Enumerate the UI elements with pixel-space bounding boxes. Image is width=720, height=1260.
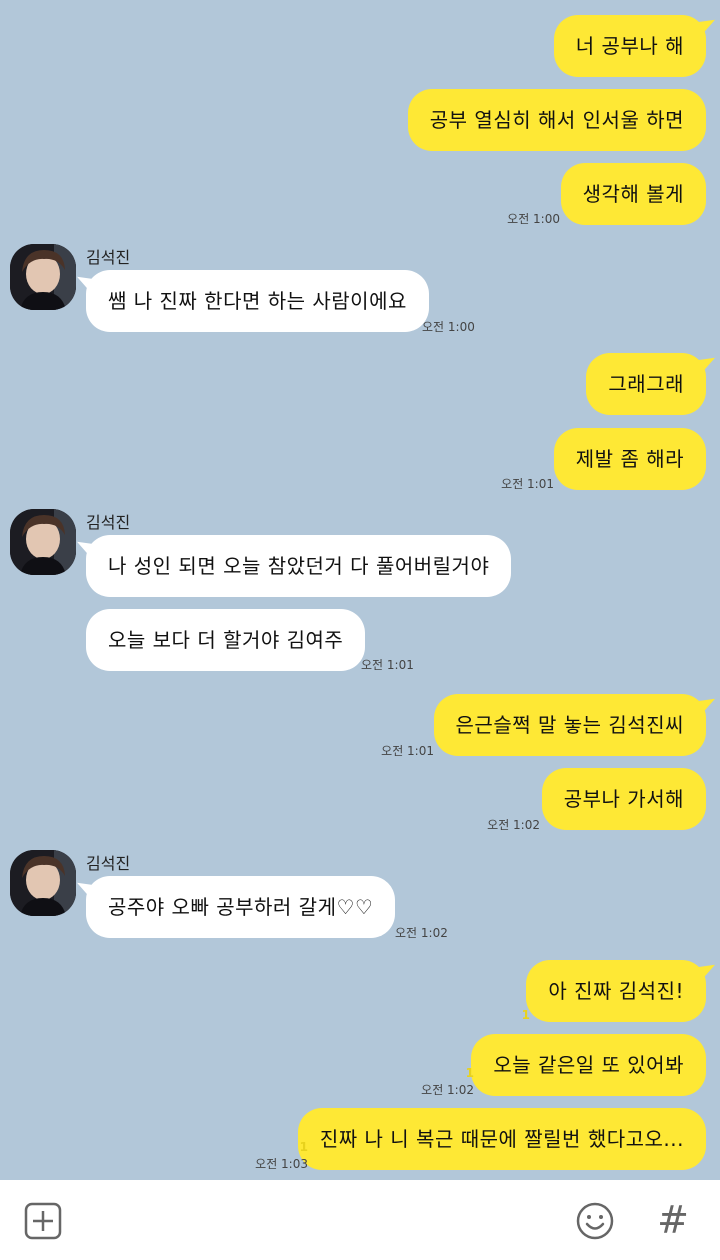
chat-area[interactable]: 너 공부나 해 공부 열심히 해서 인서울 하면 생각해 볼게 오전 1:00 …	[0, 0, 720, 1180]
message-text: 오늘 같은일 또 있어봐	[493, 1053, 684, 1077]
avatar[interactable]	[10, 850, 76, 916]
message-text: 공부나 가서해	[563, 787, 684, 811]
message-text: 나 성인 되면 오늘 참았던거 다 풀어버릴거야	[108, 554, 490, 578]
my-message-bubble[interactable]: 진짜 나 니 복근 때문에 짤릴번 했다고오...	[297, 1108, 706, 1170]
my-message-bubble[interactable]: 너 공부나 해	[553, 15, 706, 77]
message-time: 오전 1:02	[487, 818, 540, 832]
avatar[interactable]	[10, 509, 76, 575]
message-time: 오전 1:02	[421, 1083, 474, 1097]
hashtag-icon[interactable]: #	[656, 1198, 690, 1242]
sender-name: 김석진	[86, 854, 131, 873]
my-message-bubble[interactable]: 공부 열심히 해서 인서울 하면	[407, 89, 706, 151]
other-message-bubble[interactable]: 공주야 오빠 공부하러 갈게♡♡	[86, 876, 396, 938]
message-time: 오전 1:03	[255, 1157, 308, 1171]
message-text: 생각해 볼게	[582, 182, 684, 206]
message-text: 공주야 오빠 공부하러 갈게♡♡	[108, 895, 374, 919]
message-time: 오전 1:01	[381, 744, 434, 758]
message-time: 오전 1:01	[501, 477, 554, 491]
avatar-photo	[10, 850, 76, 916]
other-message-bubble[interactable]: 오늘 보다 더 할거야 김여주	[86, 609, 366, 671]
my-message-bubble[interactable]: 은근슬쩍 말 놓는 김석진씨	[433, 694, 706, 756]
message-text: 오늘 보다 더 할거야 김여주	[108, 628, 344, 652]
message-time: 오전 1:01	[361, 658, 414, 672]
avatar-photo	[10, 244, 76, 310]
unread-count: 1	[521, 1008, 530, 1022]
message-time: 오전 1:02	[395, 926, 448, 940]
input-bar[interactable]: #	[0, 1180, 720, 1260]
emoji-icon[interactable]	[576, 1202, 614, 1240]
my-message-bubble[interactable]: 제발 좀 해라	[553, 428, 706, 490]
other-message-bubble[interactable]: 나 성인 되면 오늘 참았던거 다 풀어버릴거야	[86, 535, 512, 597]
message-text: 쌤 나 진짜 한다면 하는 사람이에요	[108, 289, 407, 313]
my-message-bubble[interactable]: 생각해 볼게	[560, 163, 706, 225]
message-text: 너 공부나 해	[575, 34, 684, 58]
unread-count: 1	[465, 1066, 474, 1080]
message-text: 아 진짜 김석진!	[548, 979, 684, 1003]
message-text: 은근슬쩍 말 놓는 김석진씨	[455, 713, 684, 737]
my-message-bubble[interactable]: 오늘 같은일 또 있어봐	[471, 1034, 706, 1096]
avatar[interactable]	[10, 244, 76, 310]
message-time: 오전 1:00	[507, 212, 560, 226]
sender-name: 김석진	[86, 513, 131, 532]
my-message-bubble[interactable]: 그래그래	[586, 353, 706, 415]
message-time: 오전 1:00	[422, 320, 475, 334]
sender-name: 김석진	[86, 248, 131, 267]
unread-count: 1	[299, 1140, 308, 1154]
my-message-bubble[interactable]: 공부나 가서해	[541, 768, 706, 830]
message-text: 그래그래	[608, 372, 684, 396]
my-message-bubble[interactable]: 아 진짜 김석진!	[526, 960, 706, 1022]
avatar-photo	[10, 509, 76, 575]
other-message-bubble[interactable]: 쌤 나 진짜 한다면 하는 사람이에요	[86, 270, 429, 332]
plus-box-icon[interactable]	[24, 1202, 62, 1240]
message-text: 진짜 나 니 복근 때문에 짤릴번 했다고오...	[319, 1127, 684, 1151]
hashtag-label: #	[657, 1198, 689, 1242]
message-text: 공부 열심히 해서 인서울 하면	[429, 108, 684, 132]
message-text: 제발 좀 해라	[575, 447, 684, 471]
